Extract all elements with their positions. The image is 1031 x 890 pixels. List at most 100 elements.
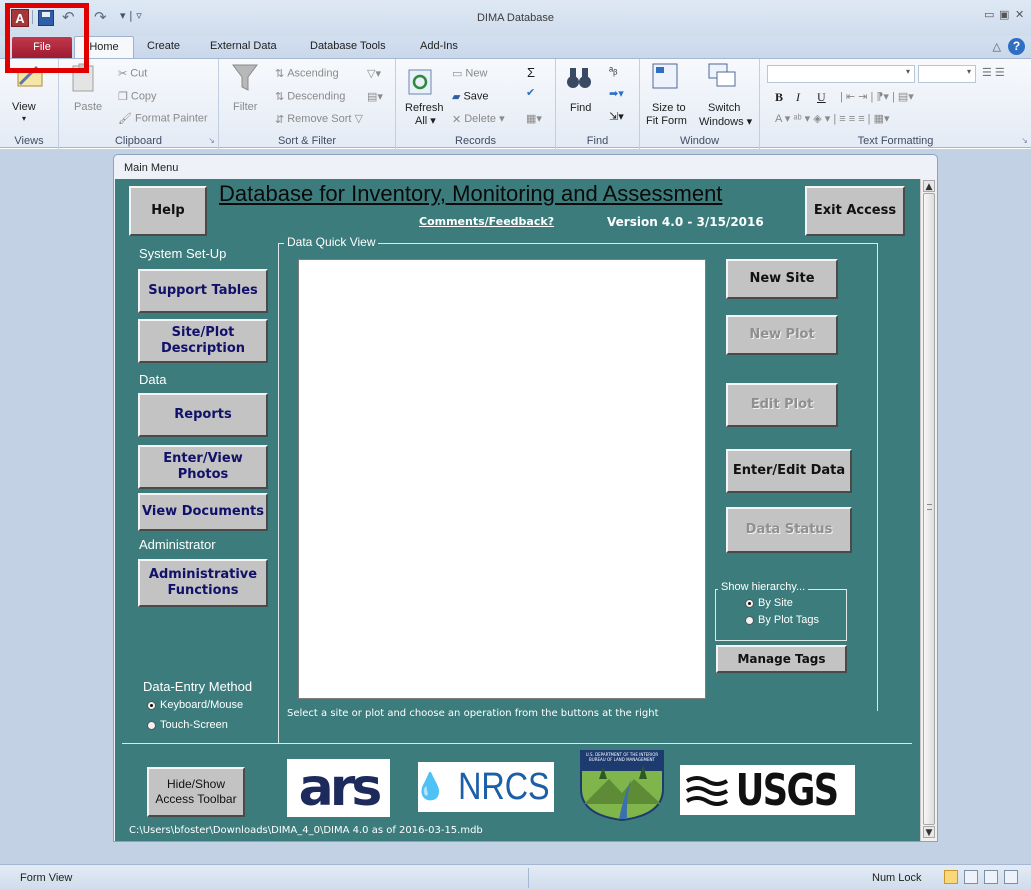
data-status-button[interactable]: Data Status — [726, 507, 852, 553]
radio-dot — [147, 700, 156, 710]
new-record-button[interactable]: ▭ New — [452, 67, 487, 80]
close-button[interactable]: ✕ — [1015, 8, 1024, 21]
underline-button[interactable]: U — [817, 90, 826, 105]
sort-filter-group: Filter ⇅ Ascending ⇅ Descending ⇵ Remove So… — [219, 59, 396, 149]
ars-logo-text: ars — [298, 758, 383, 818]
switch-windows-button[interactable]: Switch — [708, 102, 740, 114]
views-group-label: Views — [14, 135, 44, 147]
usgs-logo: USGS — [680, 765, 855, 816]
selection-filter-icon[interactable]: ▽▾ — [367, 67, 381, 80]
form-vertical-scrollbar[interactable]: ▲ ▼ — [920, 179, 937, 841]
go-to-icon[interactable]: ➡▾ — [609, 87, 624, 100]
status-divider — [528, 868, 529, 888]
replace-icon[interactable]: ᵃᵦ — [609, 65, 617, 77]
refresh-all-dropdown[interactable]: All ▾ — [415, 114, 436, 127]
radio-touch-screen[interactable]: Touch-Screen — [147, 719, 228, 731]
radio-by-plot-tags[interactable]: By Plot Tags — [745, 614, 819, 626]
help-icon[interactable]: ? — [1008, 38, 1025, 55]
ascending-button[interactable]: ⇅ Ascending — [275, 67, 339, 80]
data-section-label: Data — [139, 372, 167, 387]
scrollbar-thumb[interactable] — [923, 193, 935, 825]
support-tables-button[interactable]: Support Tables — [138, 269, 268, 313]
form-body: Help Database for Inventory, Monitoring … — [115, 179, 920, 841]
tab-add-ins[interactable]: Add-Ins — [420, 40, 458, 52]
font-color-icon[interactable]: A ▾ ᵃᵇ ▾ ◈ ▾ | ≡ ≡ ≡ | ▦▾ — [775, 112, 890, 125]
more-records-icon[interactable]: ▦▾ — [526, 112, 542, 125]
new-plot-button[interactable]: New Plot — [726, 315, 838, 355]
view-button[interactable]: View — [12, 101, 36, 113]
num-lock-indicator: Num Lock — [872, 872, 922, 884]
workspace: Main Menu Help Database for Inventory, M… — [0, 149, 1031, 864]
view-dropdown-arrow[interactable]: ▾ — [22, 114, 26, 123]
enter-view-photos-button[interactable]: Enter/View Photos — [138, 445, 268, 489]
datasheet-view-icon[interactable] — [964, 870, 978, 884]
tab-file[interactable]: File — [12, 37, 72, 58]
clipboard-group: Paste ✂ Cut ❐ Copy 🖌 Format Painter Clipboa… — [59, 59, 219, 149]
text-formatting-launcher-icon[interactable]: ↘ — [1021, 136, 1028, 145]
italic-button[interactable]: I — [796, 90, 800, 105]
refresh-all-button[interactable]: Refresh — [405, 102, 444, 114]
manage-tags-button[interactable]: Manage Tags — [716, 645, 847, 673]
radio-dot — [147, 720, 156, 730]
scroll-up-icon[interactable]: ▲ — [923, 180, 935, 192]
minimize-ribbon-icon[interactable]: △ — [992, 40, 1000, 53]
advanced-filter-icon[interactable]: ▤▾ — [367, 90, 383, 103]
indent-icons[interactable]: | ⇤ ⇥ | ⁋▾ | ▤▾ — [840, 90, 914, 103]
radio-by-site[interactable]: By Site — [745, 597, 793, 609]
layout-view-icon[interactable] — [984, 870, 998, 884]
paste-button[interactable]: Paste — [74, 101, 102, 113]
tab-create[interactable]: Create — [147, 40, 180, 52]
view-documents-button[interactable]: View Documents — [138, 493, 268, 531]
help-button[interactable]: Help — [129, 186, 207, 236]
form-view-icon[interactable] — [944, 870, 958, 884]
tab-home[interactable]: Home — [74, 36, 134, 58]
switch-windows-label: Windows ▾ — [699, 116, 753, 128]
paste-icon — [72, 63, 94, 92]
bold-button[interactable]: B — [775, 90, 783, 105]
records-group: Refresh All ▾ ▭ New ▰ Save ✕ Delete ▾ Σ ✔ ▦… — [396, 59, 556, 149]
list-icons[interactable]: ☰ ☰ — [982, 66, 1005, 79]
quick-view-label: Data Quick View — [284, 235, 379, 249]
copy-button[interactable]: ❐ Copy — [118, 90, 157, 103]
new-site-button[interactable]: New Site — [726, 259, 838, 299]
size-to-fit-form-button[interactable]: Size to — [652, 102, 686, 114]
edit-plot-button[interactable]: Edit Plot — [726, 383, 838, 427]
site-plot-description-button[interactable]: Site/Plot Description — [138, 319, 268, 363]
totals-button[interactable]: Σ — [527, 65, 535, 80]
spelling-icon[interactable]: ✔ — [526, 86, 535, 99]
clipboard-launcher-icon[interactable]: ↘ — [208, 136, 215, 145]
scroll-down-icon[interactable]: ▼ — [923, 826, 935, 838]
radio-keyboard-mouse[interactable]: Keyboard/Mouse — [147, 699, 243, 711]
delete-record-button[interactable]: ✕ Delete ▾ — [452, 112, 505, 126]
cut-button[interactable]: ✂ Cut — [118, 67, 147, 80]
format-painter-button[interactable]: 🖌 Format Painter — [118, 112, 208, 125]
exit-access-button[interactable]: Exit Access — [805, 186, 905, 236]
save-record-button[interactable]: ▰ Save — [452, 90, 489, 103]
administrative-functions-button[interactable]: Administrative Functions — [138, 559, 268, 607]
restore-button[interactable]: ▣ — [999, 8, 1009, 21]
tab-database-tools[interactable]: Database Tools — [310, 40, 386, 52]
remove-sort-button[interactable]: ⇵ Remove Sort ▽ — [275, 112, 363, 126]
comments-feedback-link[interactable]: Comments/Feedback? — [419, 215, 554, 228]
descending-button[interactable]: ⇅ Descending — [275, 90, 345, 103]
hide-show-toolbar-button[interactable]: Hide/Show Access Toolbar — [147, 767, 245, 817]
copy-icon: ❐ — [118, 91, 128, 103]
minimize-button[interactable]: ▭ — [984, 8, 994, 21]
window-group: Size to Fit Form Switch Windows ▾ Window — [640, 59, 760, 149]
window-group-label: Window — [679, 135, 720, 147]
form-title: Database for Inventory, Monitoring and A… — [219, 181, 723, 206]
design-view-icon[interactable] — [1004, 870, 1018, 884]
enter-edit-data-button[interactable]: Enter/Edit Data — [726, 449, 852, 493]
data-quick-view-list[interactable] — [298, 259, 706, 699]
filter-button[interactable]: Filter — [233, 101, 257, 113]
select-icon[interactable]: ⇲▾ — [609, 110, 624, 123]
data-entry-method-label: Data-Entry Method — [143, 679, 253, 694]
font-name-select[interactable]: ▾ — [767, 65, 915, 83]
font-size-select[interactable]: ▾ — [918, 65, 976, 83]
tab-external-data[interactable]: External Data — [210, 40, 277, 52]
reports-button[interactable]: Reports — [138, 393, 268, 437]
format-painter-icon: 🖌 — [118, 113, 132, 125]
bottom-divider — [122, 743, 912, 744]
records-group-label: Records — [455, 135, 496, 147]
find-button[interactable]: Find — [570, 102, 591, 114]
